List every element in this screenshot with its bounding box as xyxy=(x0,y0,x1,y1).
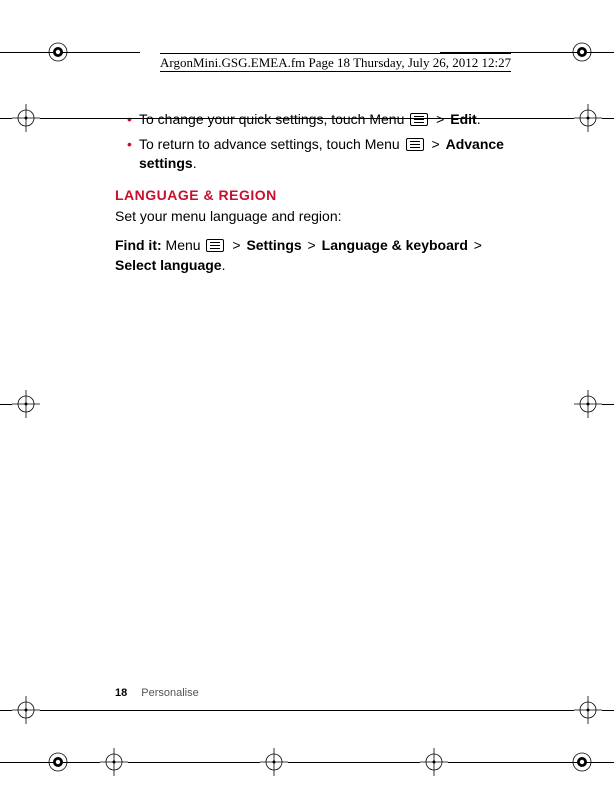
separator-gt: > xyxy=(430,111,450,127)
bullet-item: To change your quick settings, touch Men… xyxy=(127,110,515,129)
crosshair-icon xyxy=(574,390,602,418)
path-settings: Settings xyxy=(246,237,301,253)
period: . xyxy=(193,155,197,171)
bullet-item: To return to advance settings, touch Men… xyxy=(127,135,515,173)
menu-icon xyxy=(410,113,428,126)
crosshair-icon xyxy=(12,390,40,418)
content-area: To change your quick settings, touch Men… xyxy=(115,110,515,285)
find-it-label: Find it: xyxy=(115,237,162,253)
page-footer: 18 Personalise xyxy=(115,687,199,699)
find-it-menu-text: Menu xyxy=(162,237,205,253)
bullet-text: To return to advance settings, touch Men… xyxy=(139,136,404,152)
running-header: ArgonMini.GSG.EMEA.fm Page 18 Thursday, … xyxy=(160,55,511,71)
path-select-language: Select language xyxy=(115,257,222,273)
crop-rule-bottom xyxy=(0,762,614,763)
menu-icon xyxy=(406,138,424,151)
bullet-list: To change your quick settings, touch Men… xyxy=(115,110,515,173)
crosshair-icon xyxy=(574,104,602,132)
page-number: 18 xyxy=(115,687,127,699)
period: . xyxy=(477,111,481,127)
registration-icon xyxy=(46,40,70,64)
bullet-text: To change your quick settings, touch Men… xyxy=(139,111,408,127)
crosshair-icon xyxy=(260,748,288,776)
crop-rule-upper xyxy=(0,118,614,119)
separator-gt: > xyxy=(468,237,484,253)
crosshair-icon xyxy=(100,748,128,776)
registration-icon xyxy=(570,40,594,64)
bold-label: Edit xyxy=(450,111,476,127)
separator-gt: > xyxy=(302,237,322,253)
crop-rule-lower xyxy=(0,710,614,711)
crosshair-icon xyxy=(12,104,40,132)
crosshair-icon xyxy=(420,748,448,776)
footer-section: Personalise xyxy=(141,687,198,699)
running-header-text: ArgonMini.GSG.EMEA.fm Page 18 Thursday, … xyxy=(160,53,511,72)
registration-icon xyxy=(46,750,70,774)
section-heading: LANGUAGE & REGION xyxy=(115,187,515,203)
crosshair-icon xyxy=(12,696,40,724)
crosshair-icon xyxy=(574,696,602,724)
section-intro: Set your menu language and region: xyxy=(115,207,515,227)
registration-icon xyxy=(570,750,594,774)
find-it-line: Find it: Menu > Settings > Language & ke… xyxy=(115,236,515,275)
menu-icon xyxy=(206,239,224,252)
separator-gt: > xyxy=(226,237,246,253)
path-language-keyboard: Language & keyboard xyxy=(322,237,468,253)
separator-gt: > xyxy=(426,136,446,152)
crop-rule-top-left xyxy=(0,52,140,53)
period: . xyxy=(222,257,226,273)
document-page: ArgonMini.GSG.EMEA.fm Page 18 Thursday, … xyxy=(0,0,614,797)
